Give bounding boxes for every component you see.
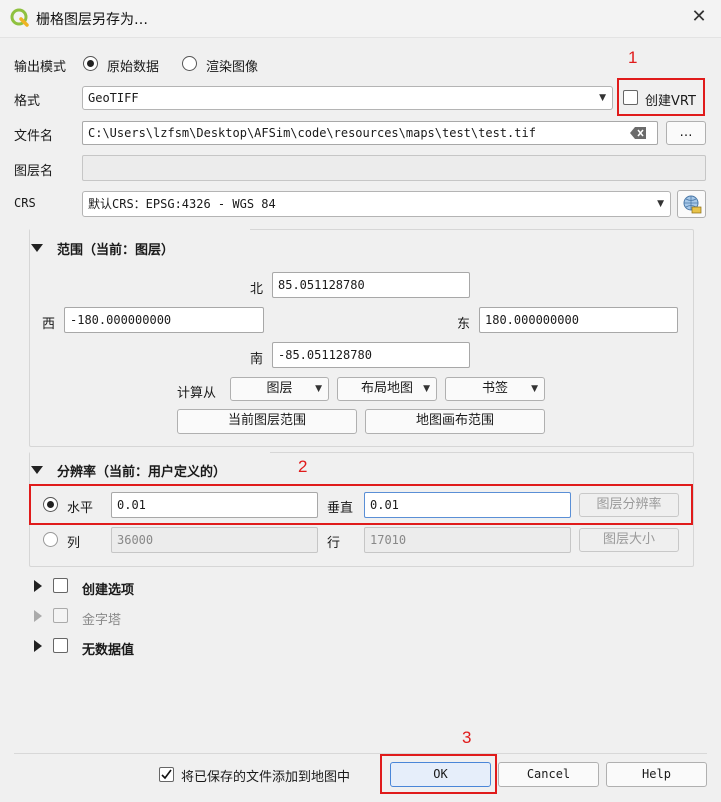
extent-group <box>29 229 694 447</box>
chevron-down-icon: ▼ <box>423 384 430 394</box>
radio-raw-data[interactable] <box>83 56 98 71</box>
annotation-number-3: 3 <box>462 728 472 747</box>
close-icon[interactable]: ✕ <box>688 6 710 28</box>
chevron-down-icon: ▼ <box>657 199 664 209</box>
help-button[interactable]: Help <box>606 762 707 787</box>
layer-name-label: 图层名 <box>14 164 54 179</box>
create-vrt-checkbox[interactable] <box>623 90 638 105</box>
chevron-down-icon: ▼ <box>531 384 538 394</box>
cancel-button[interactable]: Cancel <box>498 762 599 787</box>
expand-arrow-icon[interactable] <box>34 580 42 592</box>
format-value: GeoTIFF <box>88 91 139 105</box>
globe-icon <box>683 195 702 214</box>
add-to-map-label: 将已保存的文件添加到地图中 <box>181 770 351 785</box>
pyramids-label: 金字塔 <box>82 613 122 628</box>
window-title: 栅格图层另存为… <box>36 12 148 28</box>
clear-text-icon[interactable] <box>630 127 647 139</box>
crs-combo[interactable]: 默认CRS：EPSG:4326 - WGS 84 ▼ <box>82 191 671 217</box>
file-name-label: 文件名 <box>14 129 54 144</box>
radio-raw-data-label: 原始数据 <box>107 60 160 75</box>
map-canvas-extent-button[interactable]: 地图画布范围 <box>365 409 545 434</box>
annotation-number-2: 2 <box>298 457 308 476</box>
resolution-title: 分辨率（当前：用户定义的） <box>57 465 227 480</box>
chevron-down-icon: ▼ <box>315 384 322 394</box>
no-data-checkbox[interactable] <box>53 638 68 653</box>
radio-resolution-columns[interactable] <box>43 532 58 547</box>
crs-select-button[interactable] <box>677 190 706 218</box>
checkmark-icon <box>161 769 172 780</box>
layer-resolution-button[interactable]: 图层分辨率 <box>579 493 679 517</box>
format-combo[interactable]: GeoTIFF ▼ <box>82 86 613 110</box>
horizontal-resolution-input[interactable]: 0.01 <box>111 492 318 518</box>
south-input[interactable]: -85.051128780 <box>272 342 470 368</box>
columns-input[interactable]: 36000 <box>111 527 318 553</box>
vertical-label: 垂直 <box>327 501 354 516</box>
expand-arrow-icon[interactable] <box>34 610 42 622</box>
calc-from-layer-button[interactable]: 图层 ▼ <box>230 377 329 401</box>
east-label: 东 <box>457 317 471 332</box>
current-layer-extent-button[interactable]: 当前图层范围 <box>177 409 357 434</box>
collapse-arrow-icon[interactable] <box>31 244 43 252</box>
radio-rendered-image-label: 渲染图像 <box>206 60 259 75</box>
north-label: 北 <box>250 282 264 297</box>
radio-resolution-horizontal[interactable] <box>43 497 58 512</box>
layer-size-button[interactable]: 图层大小 <box>579 528 679 552</box>
title-bar: 栅格图层另存为… ✕ <box>0 0 721 37</box>
output-mode-label: 输出模式 <box>14 60 67 75</box>
south-label: 南 <box>250 352 264 367</box>
no-data-label: 无数据值 <box>82 643 135 658</box>
ok-button[interactable]: OK <box>390 762 491 787</box>
vertical-resolution-input[interactable]: 0.01 <box>364 492 571 518</box>
calc-from-bookmark-button[interactable]: 书签 ▼ <box>445 377 545 401</box>
annotation-number-1: 1 <box>628 48 638 67</box>
east-input[interactable]: 180.000000000 <box>479 307 678 333</box>
create-vrt-label: 创建VRT <box>645 94 696 109</box>
crs-value: 默认CRS：EPSG:4326 - WGS 84 <box>88 197 276 211</box>
radio-rendered-image[interactable] <box>182 56 197 71</box>
pyramids-checkbox[interactable] <box>53 608 68 623</box>
footer-divider <box>14 753 707 754</box>
calc-from-layout-map-button[interactable]: 布局地图 ▼ <box>337 377 437 401</box>
extent-title: 范围（当前：图层） <box>57 243 175 258</box>
collapse-arrow-icon[interactable] <box>31 466 43 474</box>
rows-label: 行 <box>327 536 341 551</box>
file-name-input[interactable]: C:\Users\lzfsm\Desktop\AFSim\code\resour… <box>82 121 658 145</box>
chevron-down-icon: ▼ <box>599 93 606 103</box>
browse-button[interactable]: … <box>666 121 706 145</box>
format-label: 格式 <box>14 94 41 109</box>
rows-input[interactable]: 17010 <box>364 527 571 553</box>
horizontal-label: 水平 <box>67 501 94 516</box>
add-to-map-checkbox[interactable] <box>159 767 174 782</box>
west-label: 西 <box>42 317 56 332</box>
columns-label: 列 <box>67 536 81 551</box>
expand-arrow-icon[interactable] <box>34 640 42 652</box>
west-input[interactable]: -180.000000000 <box>64 307 264 333</box>
calc-from-label: 计算从 <box>177 386 217 401</box>
north-input[interactable]: 85.051128780 <box>272 272 470 298</box>
layer-name-input[interactable] <box>82 155 706 181</box>
create-options-label: 创建选项 <box>82 583 135 598</box>
create-options-checkbox[interactable] <box>53 578 68 593</box>
crs-label: CRS <box>14 196 36 210</box>
qgis-logo-icon <box>10 8 29 27</box>
file-name-value: C:\Users\lzfsm\Desktop\AFSim\code\resour… <box>88 126 536 140</box>
